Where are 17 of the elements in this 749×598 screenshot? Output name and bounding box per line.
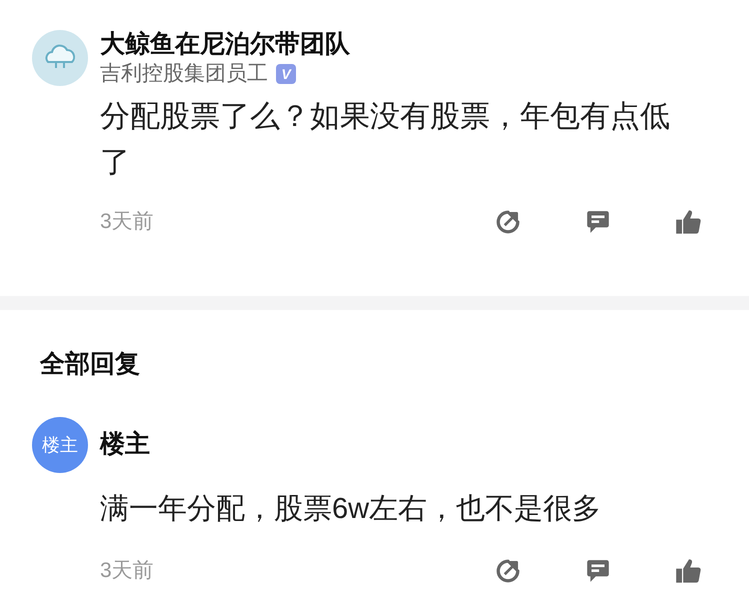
author-company: 吉利控股集团员工	[100, 61, 268, 87]
share-icon[interactable]	[495, 558, 521, 584]
thumbs-up-icon[interactable]	[675, 558, 703, 584]
verified-badge: V	[276, 64, 296, 84]
author-name[interactable]: 大鲸鱼在尼泊尔带团队	[100, 28, 350, 60]
share-icon[interactable]	[495, 208, 521, 235]
timestamp: 3天前	[100, 558, 154, 584]
timestamp: 3天前	[100, 209, 154, 235]
comment-icon[interactable]	[585, 208, 611, 235]
comment-text: 分配股票了么？如果没有股票，年包有点低了	[100, 99, 671, 181]
avatar: 楼主	[32, 417, 88, 473]
section-heading: 全部回复	[40, 350, 140, 378]
avatar	[32, 30, 88, 86]
reply-text: 满一年分配，股票6w左右，也不是很多	[100, 492, 602, 527]
thumbs-up-icon[interactable]	[675, 208, 703, 235]
comment-icon[interactable]	[585, 558, 611, 584]
author-name[interactable]: 楼主	[100, 426, 150, 464]
